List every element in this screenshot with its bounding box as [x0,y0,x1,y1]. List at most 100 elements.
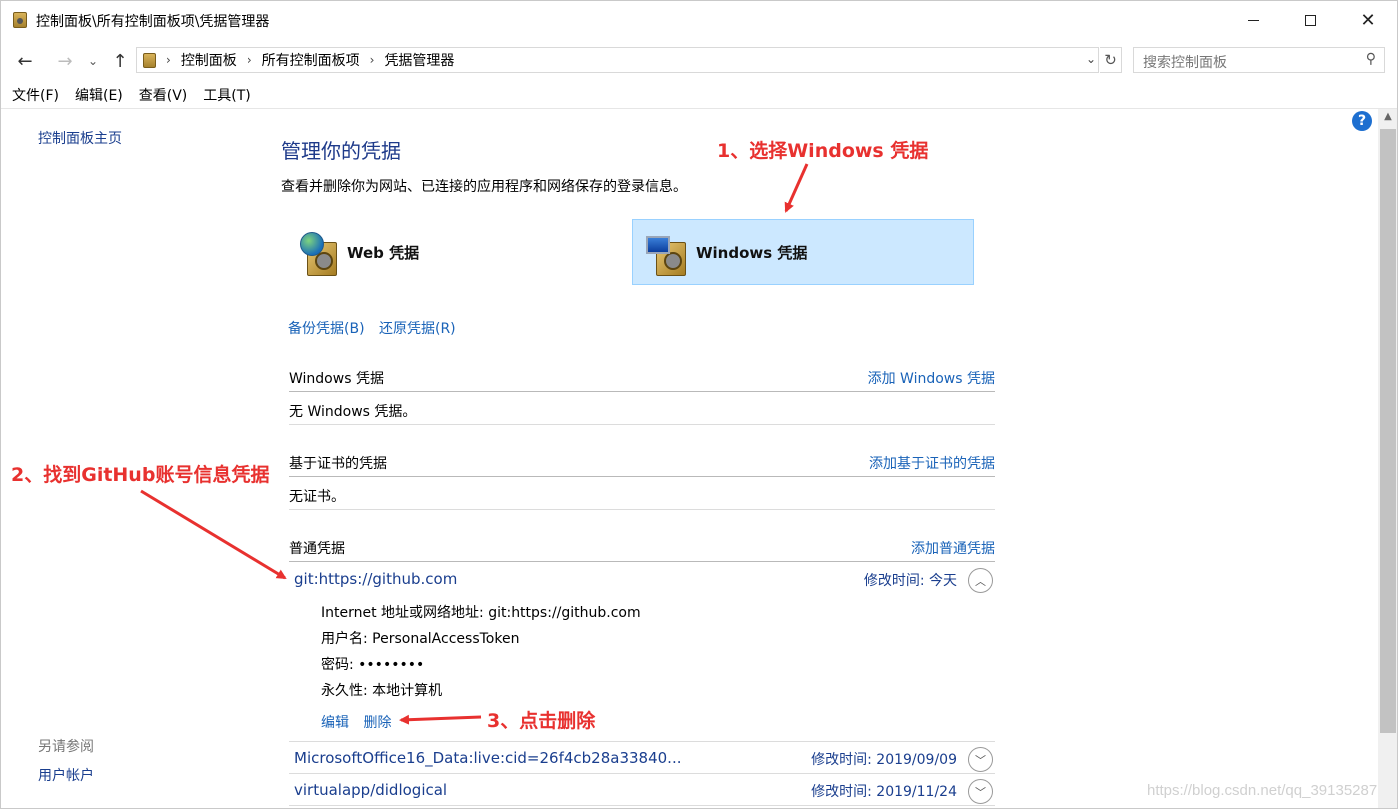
row-divider [289,741,995,742]
control-panel-icon [143,52,156,68]
add-generic-credential-link[interactable]: 添加普通凭据 [911,538,995,558]
see-also-heading: 另请参阅 [38,739,94,755]
vertical-scrollbar[interactable]: ▲ [1378,109,1397,808]
credential-detail-user: 用户名: PersonalAccessToken [321,631,520,647]
web-credentials-tile[interactable]: Web 凭据 [293,219,623,285]
credential-row-github[interactable]: git:https://github.com 修改时间: 今天 ︿ [294,568,995,596]
backup-restore-links: 备份凭据(B) 还原凭据(R) [288,318,466,338]
minimize-icon [1247,19,1259,21]
forward-button[interactable]: → [53,49,77,73]
search-input[interactable]: 搜索控制面板 ⚲ [1133,47,1385,73]
annotation-step2: 2、找到GitHub账号信息凭据 [11,464,270,486]
scroll-up-icon[interactable]: ▲ [1378,111,1397,127]
certificate-credentials-section-header: 基于证书的凭据 添加基于证书的凭据 [289,453,995,475]
add-certificate-credential-link[interactable]: 添加基于证书的凭据 [869,453,995,473]
search-icon: ⚲ [1365,51,1376,67]
control-panel-home-link[interactable]: 控制面板主页 [38,128,122,148]
breadcrumb-all-items[interactable]: 所有控制面板项 [262,50,360,70]
windows-credentials-section-header: Windows 凭据 添加 Windows 凭据 [289,368,995,390]
close-button[interactable]: ✕ [1339,1,1397,39]
edit-credential-link[interactable]: 编辑 [321,715,349,731]
credential-detail-password: 密码: •••••••• [321,657,425,673]
section-title: 普通凭据 [289,541,345,557]
menu-bar: 文件(F) 编辑(E) 查看(V) 工具(T) [1,85,1397,109]
section-title: 基于证书的凭据 [289,456,387,472]
row-divider [289,424,995,425]
section-title: Windows 凭据 [289,371,384,387]
collapse-chevron-icon[interactable]: ︿ [968,568,993,593]
close-icon: ✕ [1360,9,1376,31]
address-dropdown-icon[interactable]: ⌄ [1086,52,1096,66]
section-divider [289,391,995,392]
breadcrumb-control-panel[interactable]: 控制面板 [181,50,237,70]
left-pane: 控制面板主页 另请参阅 用户帐户 [1,109,261,808]
credential-row-virtualapp[interactable]: virtualapp/didlogical 修改时间: 2019/11/24 ﹀ [294,779,995,807]
credential-modified: 修改时间: 2019/09/09 [811,752,957,768]
credential-manager-window: 控制面板\所有控制面板项\凭据管理器 ✕ ← → ⌄ ↑ › 控制面板 › 所有… [0,0,1398,809]
menu-edit[interactable]: 编辑(E) [75,85,123,109]
navigation-bar: ← → ⌄ ↑ › 控制面板 › 所有控制面板项 › 凭据管理器 ⌄ ↻ 搜索控… [1,41,1397,81]
search-placeholder: 搜索控制面板 [1143,55,1227,71]
arrow-right-icon: → [57,50,73,72]
window-title: 控制面板\所有控制面板项\凭据管理器 [36,14,270,30]
refresh-button[interactable]: ↻ [1100,47,1122,73]
credential-actions: 编辑 删除 [321,712,401,732]
credential-detail-persistence: 永久性: 本地计算机 [321,683,443,699]
windows-credentials-label: Windows 凭据 [696,243,808,262]
windows-credentials-empty: 无 Windows 凭据。 [289,404,417,420]
annotation-step1: 1、选择Windows 凭据 [717,140,929,162]
minimize-button[interactable] [1224,1,1282,39]
credential-name[interactable]: git:https://github.com [294,570,457,588]
windows-credentials-tile[interactable]: Windows 凭据 [632,219,974,285]
row-divider [289,805,995,806]
page-title: 管理你的凭据 [281,139,401,163]
refresh-icon: ↻ [1104,51,1117,69]
chevron-down-icon: ⌄ [87,54,99,68]
certificate-credentials-empty: 无证书。 [289,489,345,505]
credential-detail-address: Internet 地址或网络地址: git:https://github.com [321,605,641,621]
row-divider [289,509,995,510]
credential-modified: 修改时间: 2019/11/24 [811,784,957,800]
web-credentials-label: Web 凭据 [347,243,420,262]
breadcrumb-separator-icon: › [369,53,375,67]
section-divider [289,476,995,477]
address-bar[interactable]: › 控制面板 › 所有控制面板项 › 凭据管理器 ⌄ [136,47,1099,73]
breadcrumb-credential-manager[interactable]: 凭据管理器 [384,50,454,70]
recent-locations-button[interactable]: ⌄ [83,49,103,73]
maximize-icon [1304,14,1316,26]
page-description: 查看并删除你为网站、已连接的应用程序和网络保存的登录信息。 [281,179,687,195]
arrow-up-icon: ↑ [112,50,128,72]
back-button[interactable]: ← [13,49,37,73]
windows-credentials-icon [646,228,686,276]
main-content: 管理你的凭据 查看并删除你为网站、已连接的应用程序和网络保存的登录信息。 Web… [261,109,1376,808]
control-panel-icon [13,12,27,28]
arrow-left-icon: ← [17,50,33,72]
menu-tools[interactable]: 工具(T) [203,85,250,109]
annotation-step3: 3、点击删除 [487,710,596,732]
add-windows-credential-link[interactable]: 添加 Windows 凭据 [868,368,995,388]
backup-credentials-link[interactable]: 备份凭据(B) [288,321,365,337]
delete-credential-link[interactable]: 删除 [363,715,391,731]
maximize-button[interactable] [1281,1,1339,39]
scrollbar-thumb[interactable] [1380,129,1396,733]
menu-view[interactable]: 查看(V) [139,85,188,109]
breadcrumb-separator-icon: › [246,53,252,67]
web-credentials-icon [297,228,337,276]
menu-file[interactable]: 文件(F) [12,85,59,109]
credential-name[interactable]: virtualapp/didlogical [294,781,447,799]
credential-name[interactable]: MicrosoftOffice16_Data:live:cid=26f4cb28… [294,749,681,767]
section-divider [289,561,995,562]
title-bar: 控制面板\所有控制面板项\凭据管理器 ✕ [1,1,1397,39]
breadcrumb-separator-icon: › [166,53,171,67]
generic-credentials-section-header: 普通凭据 添加普通凭据 [289,538,995,560]
restore-credentials-link[interactable]: 还原凭据(R) [379,321,456,337]
credential-modified: 修改时间: 今天 [863,573,957,589]
user-accounts-link[interactable]: 用户帐户 [38,765,94,785]
credential-row-office[interactable]: MicrosoftOffice16_Data:live:cid=26f4cb28… [294,747,995,775]
expand-chevron-icon[interactable]: ﹀ [968,779,993,804]
up-button[interactable]: ↑ [108,49,132,73]
expand-chevron-icon[interactable]: ﹀ [968,747,993,772]
help-icon[interactable]: ? [1352,111,1372,131]
watermark: https://blog.csdn.net/qq_39135287 [1147,782,1378,799]
row-divider [289,773,995,774]
